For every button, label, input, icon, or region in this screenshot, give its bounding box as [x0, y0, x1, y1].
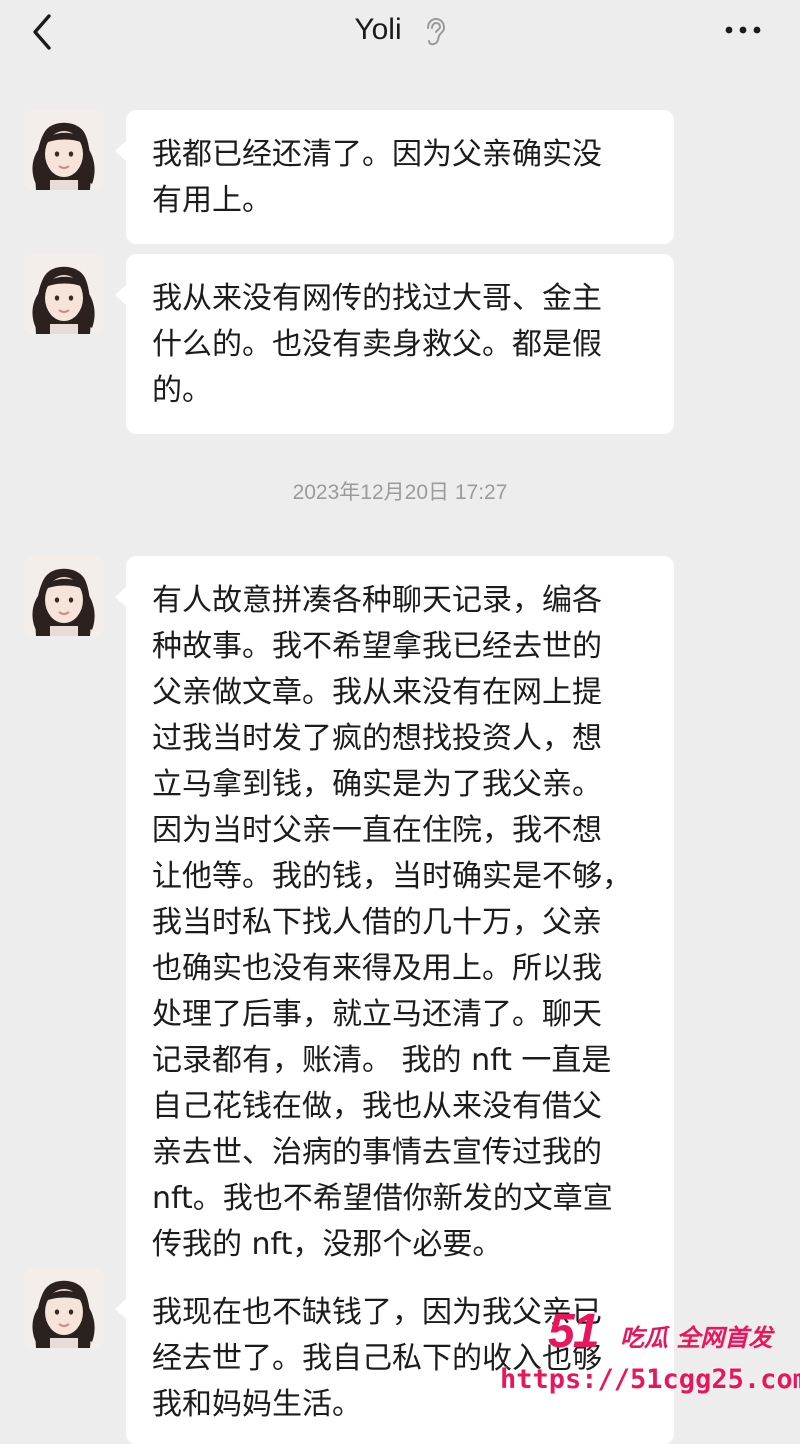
message-bubble[interactable]: 我都已经还清了。因为父亲确实没 有用上。 [115, 110, 674, 244]
message-bubble[interactable]: 有人故意拼凑各种聊天记录，编各 种故事。我不希望拿我已经去世的 父亲做文章。我从… [115, 556, 674, 1288]
more-options-button[interactable] [722, 12, 766, 48]
avatar[interactable] [24, 254, 104, 334]
message-bubble[interactable]: 我从来没有网传的找过大哥、金主 什么的。也没有卖身救父。都是假 的。 [115, 254, 674, 434]
avatar[interactable] [24, 556, 104, 636]
chat-title-area: Yoli [0, 8, 800, 52]
avatar[interactable] [24, 1268, 104, 1348]
ear-icon [424, 17, 446, 47]
more-dots-icon [725, 26, 761, 34]
avatar[interactable] [24, 110, 104, 190]
message-bubble[interactable]: 我现在也不缺钱了，因为我父亲已 经去世了。我自己私下的收入也够 我和妈妈生活。 [115, 1268, 674, 1444]
message-timestamp: 2023年12月20日 17:27 [292, 481, 508, 504]
chat-header: Yoli [0, 0, 800, 78]
chat-title: Yoli [354, 13, 402, 46]
